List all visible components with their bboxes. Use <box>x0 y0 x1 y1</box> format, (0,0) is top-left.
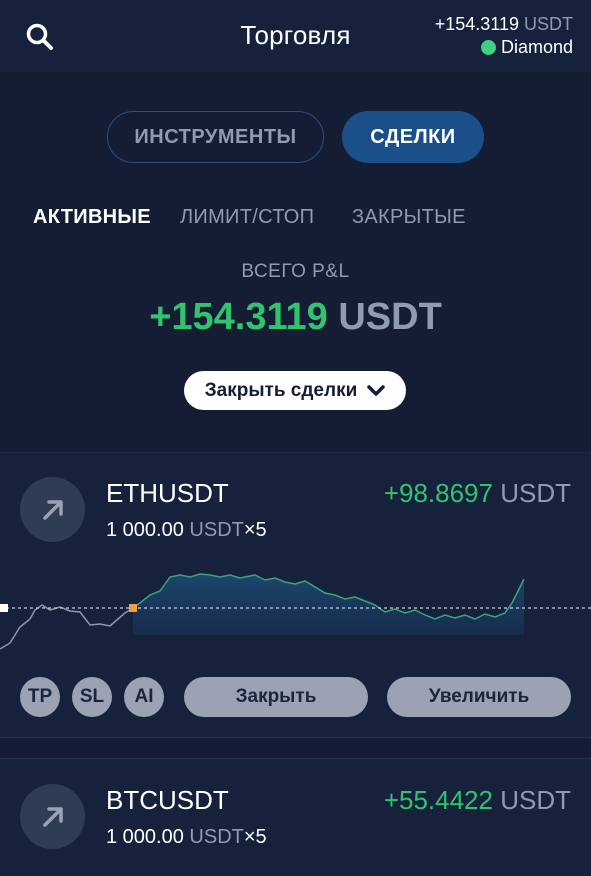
position-pnl-unit: USDT <box>500 478 571 508</box>
balance-value: +154.3119 <box>434 14 519 34</box>
direction-button[interactable] <box>20 477 85 542</box>
total-pnl: +154.3119 USDT <box>0 296 591 339</box>
stop-loss-button[interactable]: SL <box>72 677 112 717</box>
subtab-closed[interactable]: ЗАКРЫТЫЕ <box>352 206 466 229</box>
position-amount-unit: USDT <box>189 519 244 541</box>
entry-marker <box>0 604 8 612</box>
profit-area <box>133 574 524 635</box>
position-size: 1 000.00 USDT×5 <box>106 519 267 542</box>
position-size: 1 000.00 USDT×5 <box>106 826 267 849</box>
deals-subtabs: АКТИВНЫЕ ЛИМИТ/СТОП ЗАКРЫТЫЕ <box>0 206 591 232</box>
price-line-pre <box>0 604 134 650</box>
position-card-btcusdt[interactable]: BTCUSDT 1 000.00 USDT×5 +55.4422 USDT <box>0 758 591 876</box>
price-sparkline <box>0 573 591 650</box>
position-symbol: ETHUSDT <box>106 478 229 508</box>
top-bar: Торговля +154.3119 USDT Diamond <box>0 0 591 72</box>
status-label: Diamond <box>500 37 573 57</box>
increase-position-button[interactable]: Увеличить <box>387 677 571 717</box>
position-pnl: +98.8697 USDT <box>384 478 571 509</box>
total-pnl-label: ВСЕГО P&L <box>241 261 350 282</box>
subtab-active[interactable]: АКТИВНЫЕ <box>33 206 151 229</box>
position-card-ethusdt[interactable]: ETHUSDT 1 000.00 USDT×5 +98.8697 USDT TP… <box>0 452 591 738</box>
arrow-up-right-icon <box>42 806 63 827</box>
open-marker <box>129 604 137 612</box>
ai-button[interactable]: AI <box>124 677 164 717</box>
status-dot-icon <box>480 40 496 55</box>
tab-deals[interactable]: СДЕЛКИ <box>342 111 484 163</box>
position-symbol: BTCUSDT <box>106 785 229 815</box>
position-pnl-value: +98.8697 <box>383 478 493 508</box>
close-deals-label: Закрыть сделки <box>204 379 358 401</box>
position-amount: 1 000.00 <box>106 519 184 541</box>
total-pnl-unit: USDT <box>338 296 442 338</box>
position-amount-unit: USDT <box>189 826 244 848</box>
close-deals-button[interactable]: Закрыть сделки <box>184 371 406 410</box>
position-pnl-unit: USDT <box>500 785 571 815</box>
direction-button[interactable] <box>20 784 85 849</box>
position-amount: 1 000.00 <box>106 826 184 848</box>
position-pnl: +55.4422 USDT <box>384 785 571 816</box>
subtab-limit-stop[interactable]: ЛИМИТ/СТОП <box>180 206 314 229</box>
total-pnl-value: +154.3119 <box>149 296 328 338</box>
close-position-button[interactable]: Закрыть <box>184 677 368 717</box>
position-leverage: ×5 <box>243 826 267 848</box>
chevron-down-icon <box>367 384 386 396</box>
tab-instruments[interactable]: ИНСТРУМЕНТЫ <box>107 111 324 163</box>
balance-unit: USDT <box>524 14 573 34</box>
position-leverage: ×5 <box>243 519 267 541</box>
take-profit-button[interactable]: TP <box>20 677 60 717</box>
account-balance[interactable]: +154.3119 USDT Diamond <box>435 13 573 59</box>
arrow-up-right-icon <box>42 499 63 520</box>
position-pnl-value: +55.4422 <box>383 785 493 815</box>
